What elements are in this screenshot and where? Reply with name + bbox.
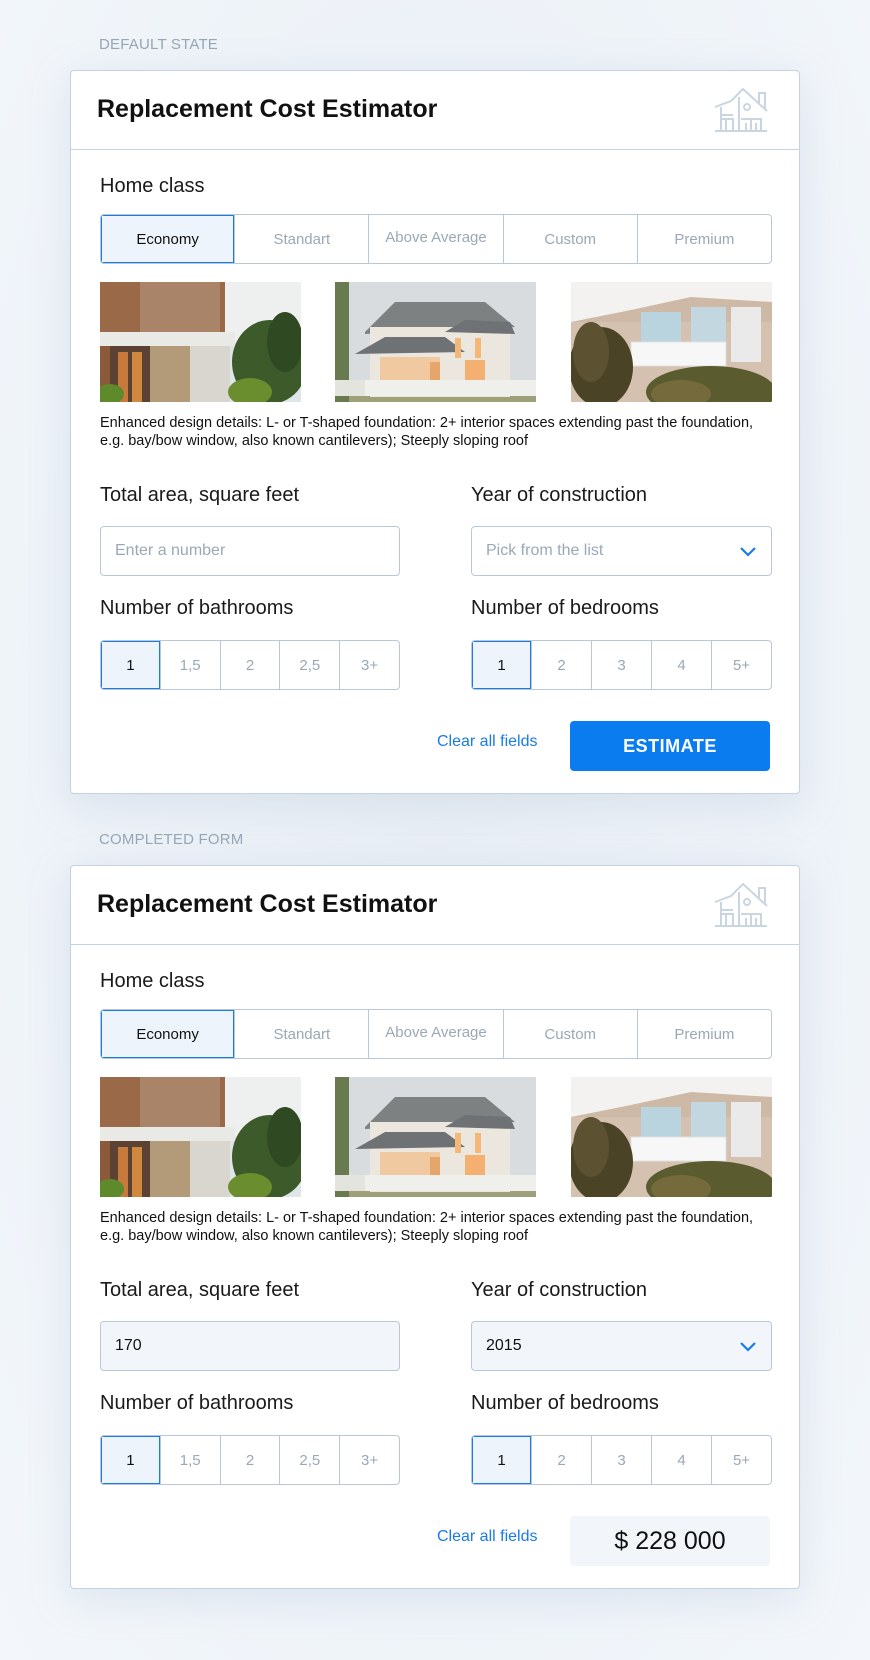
clear-all-fields-link[interactable]: Clear all fields bbox=[437, 1528, 537, 1546]
bedrooms-selector: 1 2 3 4 5+ bbox=[471, 1435, 772, 1485]
year-label: Year of construction bbox=[471, 484, 648, 506]
home-class-description: Enhanced design details: L- or T-shaped … bbox=[100, 415, 754, 449]
home-class-option-above-average[interactable]: Above Average bbox=[368, 215, 502, 263]
chevron-down-icon bbox=[740, 547, 756, 557]
chevron-down-icon bbox=[740, 1342, 756, 1352]
home-class-option-economy[interactable]: Economy bbox=[101, 1010, 235, 1058]
year-label: Year of construction bbox=[471, 1279, 648, 1301]
home-class-label: Home class bbox=[100, 970, 205, 992]
bathrooms-selector: 1 1,5 2 2,5 3+ bbox=[100, 640, 400, 690]
total-area-value: 170 bbox=[115, 1337, 142, 1354]
card-header: Replacement Cost Estimator bbox=[71, 866, 799, 945]
bathrooms-option-2[interactable]: 2 bbox=[219, 1436, 280, 1484]
house-photo-lit bbox=[335, 1077, 536, 1197]
bedrooms-option-5-plus[interactable]: 5+ bbox=[711, 641, 771, 689]
year-value: 2015 bbox=[486, 1337, 522, 1354]
home-photos bbox=[100, 282, 772, 402]
home-class-description: Enhanced design details: L- or T-shaped … bbox=[100, 1210, 754, 1244]
year-select[interactable]: 2015 bbox=[471, 1321, 772, 1371]
bathrooms-option-1[interactable]: 1 bbox=[101, 1436, 160, 1484]
bathrooms-option-1-5[interactable]: 1,5 bbox=[159, 1436, 220, 1484]
home-class-option-premium[interactable]: Premium bbox=[636, 215, 771, 263]
card-header: Replacement Cost Estimator bbox=[71, 71, 799, 150]
bathrooms-option-3-plus[interactable]: 3+ bbox=[339, 641, 399, 689]
bedrooms-option-5-plus[interactable]: 5+ bbox=[711, 1436, 771, 1484]
home-photos bbox=[100, 1077, 772, 1197]
bathrooms-selector: 1 1,5 2 2,5 3+ bbox=[100, 1435, 400, 1485]
bathrooms-option-3-plus[interactable]: 3+ bbox=[339, 1436, 399, 1484]
total-area-label: Total area, square feet bbox=[100, 1279, 300, 1301]
bathrooms-option-1[interactable]: 1 bbox=[101, 641, 160, 689]
home-class-selector: Economy Standart Above Average Custom Pr… bbox=[100, 214, 772, 264]
bedrooms-option-3[interactable]: 3 bbox=[591, 1436, 651, 1484]
house-photo-balcony bbox=[571, 282, 772, 402]
estimator-card-completed: Replacement Cost Estimator Home class Ec… bbox=[70, 865, 800, 1589]
home-class-option-standart[interactable]: Standart bbox=[234, 215, 368, 263]
card-title: Replacement Cost Estimator bbox=[97, 95, 438, 123]
estimate-result: $ 228 000 bbox=[570, 1516, 770, 1566]
bedrooms-option-4[interactable]: 4 bbox=[651, 1436, 711, 1484]
bedrooms-option-2[interactable]: 2 bbox=[531, 641, 591, 689]
estimate-button[interactable]: ESTIMATE bbox=[570, 721, 770, 771]
total-area-input[interactable]: Enter a number bbox=[100, 526, 400, 576]
home-class-option-custom[interactable]: Custom bbox=[502, 215, 637, 263]
year-placeholder: Pick from the list bbox=[486, 542, 604, 559]
bathrooms-option-2-5[interactable]: 2,5 bbox=[279, 641, 339, 689]
house-photo-lit bbox=[335, 282, 536, 402]
bedrooms-option-1[interactable]: 1 bbox=[472, 1436, 531, 1484]
section-label-completed: COMPLETED FORM bbox=[99, 831, 244, 848]
home-class-option-economy[interactable]: Economy bbox=[101, 215, 235, 263]
bedrooms-option-1[interactable]: 1 bbox=[472, 641, 531, 689]
home-class-option-above-average[interactable]: Above Average bbox=[368, 1010, 502, 1058]
bedrooms-option-4[interactable]: 4 bbox=[651, 641, 711, 689]
bedrooms-label: Number of bedrooms bbox=[471, 1392, 659, 1414]
bathrooms-label: Number of bathrooms bbox=[100, 597, 294, 619]
bedrooms-option-3[interactable]: 3 bbox=[591, 641, 651, 689]
home-class-selector: Economy Standart Above Average Custom Pr… bbox=[100, 1009, 772, 1059]
card-title: Replacement Cost Estimator bbox=[97, 890, 438, 918]
bedrooms-option-2[interactable]: 2 bbox=[531, 1436, 591, 1484]
total-area-label: Total area, square feet bbox=[100, 484, 300, 506]
house-photo-balcony bbox=[571, 1077, 772, 1197]
house-icon bbox=[714, 882, 768, 927]
bathrooms-option-1-5[interactable]: 1,5 bbox=[159, 641, 220, 689]
total-area-input[interactable]: 170 bbox=[100, 1321, 400, 1371]
home-class-label: Home class bbox=[100, 175, 205, 197]
home-class-option-custom[interactable]: Custom bbox=[502, 1010, 637, 1058]
house-photo-modern bbox=[100, 1077, 301, 1197]
total-area-placeholder: Enter a number bbox=[115, 542, 226, 559]
bedrooms-selector: 1 2 3 4 5+ bbox=[471, 640, 772, 690]
clear-all-fields-link[interactable]: Clear all fields bbox=[437, 733, 537, 751]
house-photo-modern bbox=[100, 282, 301, 402]
year-select[interactable]: Pick from the list bbox=[471, 526, 772, 576]
estimator-card-default: Replacement Cost Estimator Home class Ec… bbox=[70, 70, 800, 794]
bathrooms-label: Number of bathrooms bbox=[100, 1392, 294, 1414]
section-label-default: DEFAULT STATE bbox=[99, 36, 219, 53]
home-class-option-premium[interactable]: Premium bbox=[636, 1010, 771, 1058]
home-class-option-standart[interactable]: Standart bbox=[234, 1010, 368, 1058]
bedrooms-label: Number of bedrooms bbox=[471, 597, 659, 619]
bathrooms-option-2[interactable]: 2 bbox=[219, 641, 280, 689]
bathrooms-option-2-5[interactable]: 2,5 bbox=[279, 1436, 339, 1484]
house-icon bbox=[714, 87, 768, 132]
